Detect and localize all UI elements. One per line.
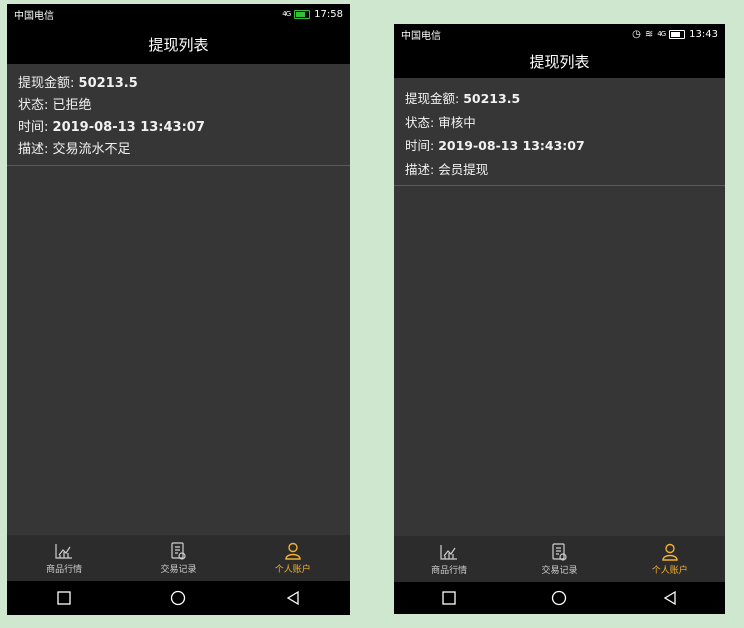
records-icon xyxy=(552,543,568,561)
time-row: 时间: 2019-08-13 13:43:07 xyxy=(405,138,585,153)
description-value: 交易流水不足 xyxy=(52,142,131,157)
time-row: 时间: 2019-08-13 13:43:07 xyxy=(18,120,205,135)
chart-icon xyxy=(55,544,73,559)
amount-value: 50213.5 xyxy=(78,76,138,91)
chart-icon xyxy=(440,545,458,560)
battery-icon xyxy=(294,9,311,19)
back-icon[interactable] xyxy=(661,589,679,607)
alarm-icon: ◷ xyxy=(632,28,641,40)
status-value: 已拒绝 xyxy=(52,98,92,113)
withdrawal-record[interactable]: 提现金额: 50213.5 状态: 已拒绝 时间: 2019-08-13 13:… xyxy=(7,64,350,166)
tab-market[interactable]: 商品行情 xyxy=(19,541,109,575)
bottom-tab-bar: 商品行情 交易记录 个人账户 xyxy=(7,535,350,581)
home-icon[interactable] xyxy=(169,589,187,607)
status-row: 状态: 已拒绝 xyxy=(18,98,92,113)
page-title: 提现列表 xyxy=(7,24,350,64)
amount-row: 提现金额: 50213.5 xyxy=(18,76,138,91)
clock-label: 17:58 xyxy=(314,8,343,20)
status-bar: 中国电信 ◷ ≋ 4G 13:43 xyxy=(394,24,725,44)
time-value: 2019-08-13 13:43:07 xyxy=(438,138,585,153)
time-value: 2019-08-13 13:43:07 xyxy=(52,120,205,135)
signal-icon: 4G xyxy=(657,30,666,38)
bottom-tab-bar: 商品行情 交易记录 个人账户 xyxy=(394,536,725,582)
wifi-icon: ≋ xyxy=(644,28,654,40)
user-icon xyxy=(285,542,301,560)
tab-personal-account[interactable]: 个人账户 xyxy=(625,542,715,576)
home-icon[interactable] xyxy=(550,589,568,607)
recent-apps-icon[interactable] xyxy=(440,589,458,607)
battery-icon xyxy=(669,29,686,39)
tab-market[interactable]: 商品行情 xyxy=(404,542,494,576)
system-nav-bar xyxy=(7,581,350,615)
status-bar: 中国电信 4G 17:58 xyxy=(7,4,350,24)
clock-label: 13:43 xyxy=(689,28,718,40)
recent-apps-icon[interactable] xyxy=(55,589,73,607)
status-value: 审核中 xyxy=(438,114,476,130)
user-icon xyxy=(662,543,678,561)
amount-value: 50213.5 xyxy=(463,91,521,106)
records-icon xyxy=(171,542,187,560)
phone-screen-left: 中国电信 4G 17:58 提现列表 提现金额: 50213.5 状态: 已拒绝… xyxy=(7,4,350,615)
phone-screen-right: 中国电信 ◷ ≋ 4G 13:43 提现列表 提现金额: 50213.5 状态:… xyxy=(394,24,725,614)
tab-trade-records[interactable]: 交易记录 xyxy=(133,541,223,575)
withdrawal-record[interactable]: 提现金额: 50213.5 状态: 审核中 时间: 2019-08-13 13:… xyxy=(394,78,725,186)
back-icon[interactable] xyxy=(284,589,302,607)
amount-row: 提现金额: 50213.5 xyxy=(405,91,521,106)
carrier-label: 中国电信 xyxy=(14,10,54,22)
description-value: 会员提现 xyxy=(438,161,489,177)
tab-personal-account[interactable]: 个人账户 xyxy=(248,541,338,575)
signal-icon: 4G xyxy=(282,10,291,18)
tab-trade-records[interactable]: 交易记录 xyxy=(514,542,604,576)
status-row: 状态: 审核中 xyxy=(405,114,476,130)
page-title: 提现列表 xyxy=(394,44,725,78)
carrier-label: 中国电信 xyxy=(401,30,441,42)
description-row: 描述: 交易流水不足 xyxy=(18,142,131,157)
description-row: 描述: 会员提现 xyxy=(405,161,489,177)
system-nav-bar xyxy=(394,582,725,614)
